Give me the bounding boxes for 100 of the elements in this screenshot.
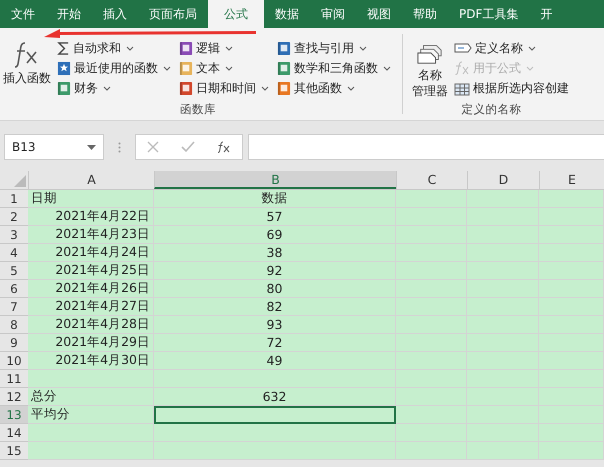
table-cell[interactable] <box>539 208 604 226</box>
ribbon-tab[interactable]: 审阅 <box>310 0 356 28</box>
name-menu-button[interactable]: 根据所选内容创建 <box>451 78 572 98</box>
row-header[interactable]: 9 <box>0 334 28 352</box>
table-cell[interactable] <box>396 208 467 226</box>
table-cell[interactable] <box>154 424 396 442</box>
table-cell[interactable] <box>539 352 604 370</box>
table-cell[interactable] <box>396 370 467 388</box>
table-cell[interactable] <box>539 226 604 244</box>
table-cell[interactable] <box>396 424 467 442</box>
row-header[interactable]: 11 <box>0 370 28 388</box>
row-header[interactable]: 12 <box>0 388 28 406</box>
table-cell[interactable] <box>467 424 539 442</box>
column-header[interactable]: C <box>396 171 467 189</box>
table-cell[interactable]: 平均分 <box>28 406 154 424</box>
table-cell[interactable]: 72 <box>154 334 396 352</box>
table-cell[interactable] <box>396 316 467 334</box>
table-cell[interactable]: 数据 <box>154 190 396 208</box>
table-cell[interactable] <box>467 352 539 370</box>
column-header[interactable]: E <box>539 171 604 189</box>
ribbon-tab[interactable]: 文件 <box>0 0 46 28</box>
ribbon-tab[interactable]: PDF工具集 <box>448 0 530 28</box>
table-cell[interactable] <box>467 406 539 424</box>
table-cell[interactable] <box>467 208 539 226</box>
function-menu-button[interactable]: 逻辑 <box>176 38 272 58</box>
row-header[interactable]: 5 <box>0 262 28 280</box>
table-cell[interactable] <box>467 262 539 280</box>
ribbon-tab[interactable]: 帮助 <box>402 0 448 28</box>
table-cell[interactable] <box>539 334 604 352</box>
table-cell[interactable] <box>396 334 467 352</box>
table-cell[interactable]: 2021年4月27日 <box>28 298 154 316</box>
table-cell[interactable]: 92 <box>154 262 396 280</box>
table-cell[interactable] <box>396 190 467 208</box>
function-menu-button[interactable]: 日期和时间 <box>176 78 272 98</box>
row-header[interactable]: 8 <box>0 316 28 334</box>
row-header[interactable]: 3 <box>0 226 28 244</box>
table-cell[interactable]: 2021年4月30日 <box>28 352 154 370</box>
ribbon-tab[interactable]: 开 <box>529 0 564 28</box>
formula-input[interactable] <box>248 134 604 160</box>
name-menu-button[interactable]: 定义名称 <box>451 38 572 58</box>
table-cell[interactable] <box>467 298 539 316</box>
table-cell[interactable]: 82 <box>154 298 396 316</box>
row-header[interactable]: 1 <box>0 190 28 208</box>
table-cell[interactable] <box>539 442 604 460</box>
table-cell[interactable] <box>539 388 604 406</box>
name-manager-button[interactable]: 名称 管理器 <box>409 38 451 102</box>
table-cell[interactable]: 69 <box>154 226 396 244</box>
table-cell[interactable]: 2021年4月26日 <box>28 280 154 298</box>
selected-cell[interactable] <box>154 406 396 424</box>
table-cell[interactable] <box>539 424 604 442</box>
table-cell[interactable] <box>539 244 604 262</box>
function-menu-button[interactable]: 查找与引用 <box>274 38 394 58</box>
table-cell[interactable] <box>467 442 539 460</box>
insert-function-button[interactable]: 插入函数 <box>0 38 54 102</box>
table-cell[interactable]: 38 <box>154 244 396 262</box>
table-cell[interactable] <box>28 424 154 442</box>
table-cell[interactable] <box>28 370 154 388</box>
row-header[interactable]: 15 <box>0 442 28 460</box>
table-cell[interactable] <box>154 370 396 388</box>
row-header[interactable]: 4 <box>0 244 28 262</box>
select-all-icon[interactable] <box>14 175 26 187</box>
ribbon-tab[interactable]: 视图 <box>356 0 402 28</box>
row-header[interactable]: 13 <box>0 406 28 424</box>
row-header[interactable]: 14 <box>0 424 28 442</box>
check-icon[interactable] <box>181 141 195 153</box>
table-cell[interactable] <box>467 388 539 406</box>
table-cell[interactable] <box>396 262 467 280</box>
table-cell[interactable] <box>396 244 467 262</box>
table-cell[interactable] <box>396 406 467 424</box>
table-cell[interactable] <box>396 226 467 244</box>
table-cell[interactable] <box>467 316 539 334</box>
table-cell[interactable]: 2021年4月28日 <box>28 316 154 334</box>
table-cell[interactable] <box>154 442 396 460</box>
table-cell[interactable]: 49 <box>154 352 396 370</box>
function-menu-button[interactable]: 数学和三角函数 <box>274 58 394 78</box>
table-cell[interactable] <box>396 352 467 370</box>
name-box[interactable]: B13 <box>4 134 104 160</box>
ribbon-tab[interactable]: 数据 <box>264 0 310 28</box>
table-cell[interactable]: 日期 <box>28 190 154 208</box>
table-cell[interactable]: 632 <box>154 388 396 406</box>
table-cell[interactable] <box>539 316 604 334</box>
row-header[interactable]: 2 <box>0 208 28 226</box>
table-cell[interactable] <box>539 190 604 208</box>
function-menu-button[interactable]: 文本 <box>176 58 272 78</box>
table-cell[interactable] <box>539 280 604 298</box>
function-menu-button[interactable]: 其他函数 <box>274 78 394 98</box>
column-header[interactable]: D <box>467 171 539 189</box>
table-cell[interactable]: 总分 <box>28 388 154 406</box>
table-cell[interactable]: 93 <box>154 316 396 334</box>
table-cell[interactable] <box>539 370 604 388</box>
table-cell[interactable] <box>467 280 539 298</box>
table-cell[interactable]: 2021年4月29日 <box>28 334 154 352</box>
row-header[interactable]: 7 <box>0 298 28 316</box>
row-header[interactable]: 10 <box>0 352 28 370</box>
ribbon-tab[interactable]: 公式 <box>208 0 264 28</box>
table-cell[interactable] <box>467 370 539 388</box>
table-cell[interactable] <box>467 334 539 352</box>
table-cell[interactable] <box>467 226 539 244</box>
table-cell[interactable] <box>28 442 154 460</box>
row-header[interactable]: 6 <box>0 280 28 298</box>
